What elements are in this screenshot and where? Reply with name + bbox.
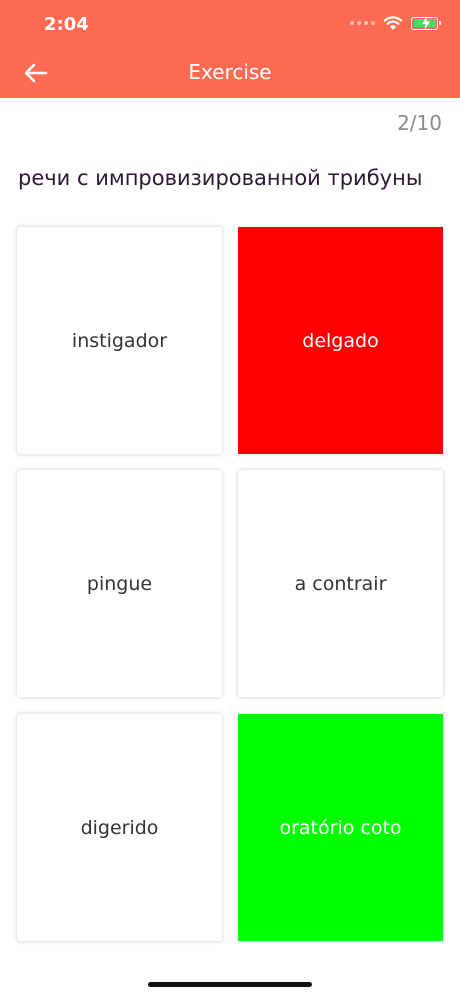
cellular-dots-icon: [350, 21, 375, 25]
answer-option-1[interactable]: instigador: [17, 227, 222, 454]
answer-option-2-wrong[interactable]: delgado: [238, 227, 443, 454]
progress-counter: 2/10: [397, 111, 442, 135]
page-title: Exercise: [188, 60, 272, 84]
answer-option-6-correct[interactable]: oratório coto: [238, 714, 443, 941]
status-icons: [350, 15, 441, 31]
status-time: 2:04: [44, 14, 89, 35]
answer-option-3[interactable]: pingue: [17, 470, 222, 697]
home-indicator[interactable]: [148, 982, 312, 987]
answer-option-label: oratório coto: [279, 816, 402, 839]
wifi-icon: [383, 16, 403, 30]
question-text: речи с импровизированной трибуны: [18, 166, 423, 190]
answer-option-5[interactable]: digerido: [17, 714, 222, 941]
answer-option-label: a contrair: [294, 572, 387, 595]
app-header: 2:04 Exercise: [0, 0, 460, 98]
battery-charging-icon: [411, 16, 441, 30]
answer-option-4[interactable]: a contrair: [238, 470, 443, 697]
answer-option-label: delgado: [302, 329, 379, 352]
answer-option-label: pingue: [86, 572, 153, 595]
answer-option-label: instigador: [71, 329, 168, 352]
answer-option-label: digerido: [80, 816, 159, 839]
